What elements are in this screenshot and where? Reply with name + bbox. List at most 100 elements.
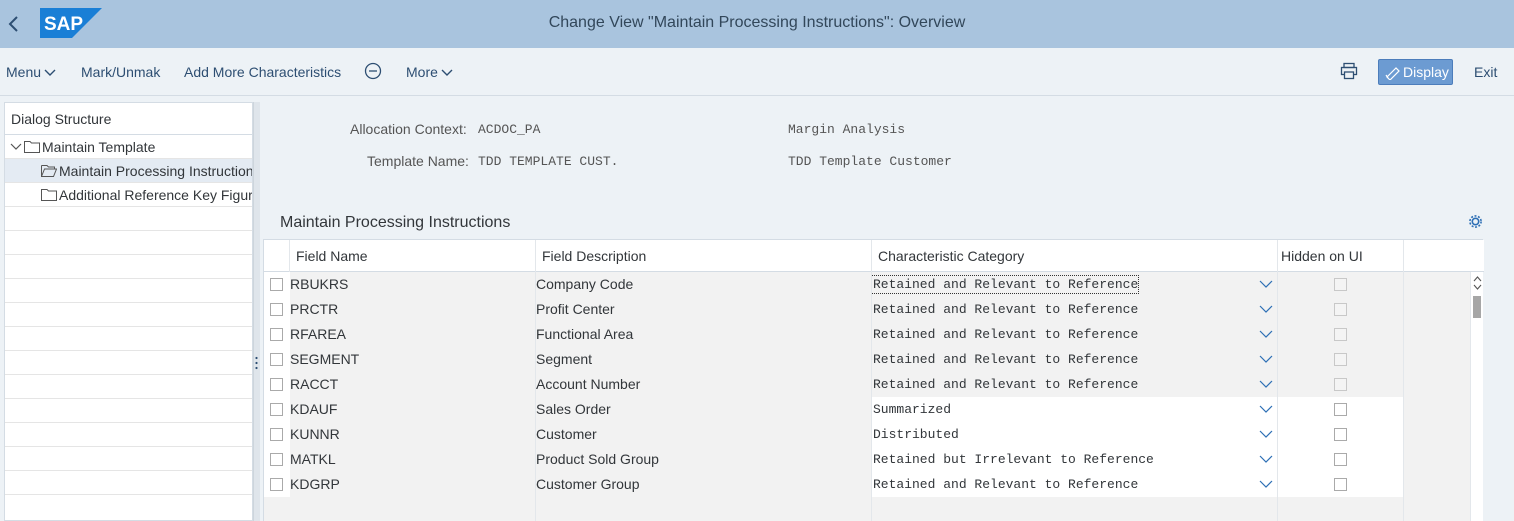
add-more-characteristics-button[interactable]: Add More Characteristics	[184, 64, 341, 80]
hidden-on-ui-checkbox[interactable]	[1334, 353, 1347, 366]
characteristic-category-select[interactable]: Retained and Relevant to Reference	[872, 297, 1278, 322]
characteristic-category-value: Summarized	[873, 402, 952, 417]
hidden-on-ui-cell	[1278, 297, 1404, 322]
chevron-down-icon[interactable]	[1259, 479, 1273, 489]
more-button[interactable]: More	[406, 64, 453, 80]
characteristic-category-select[interactable]: Retained and Relevant to Reference	[872, 372, 1278, 397]
characteristic-category-value: Retained and Relevant to Reference	[873, 477, 1139, 492]
characteristic-category-value: Retained and Relevant to Reference	[873, 377, 1139, 392]
row-checkbox[interactable]	[270, 428, 283, 441]
allocation-context-label: Allocation Context:	[350, 121, 467, 137]
field-name-cell: KUNNR	[290, 422, 536, 447]
characteristic-category-select[interactable]: Summarized	[872, 397, 1278, 422]
allocation-context-description: Margin Analysis	[788, 122, 906, 137]
hidden-on-ui-checkbox[interactable]	[1334, 478, 1347, 491]
characteristic-category-value: Retained and Relevant to Reference	[873, 352, 1139, 367]
hidden-on-ui-checkbox[interactable]	[1334, 428, 1347, 441]
characteristic-category-value: Retained and Relevant to Reference	[873, 302, 1139, 317]
empty-cell	[290, 497, 536, 521]
row-checkbox[interactable]	[270, 353, 283, 366]
row-checkbox[interactable]	[270, 453, 283, 466]
panel-splitter[interactable]	[253, 102, 260, 521]
hidden-on-ui-cell	[1278, 372, 1404, 397]
row-selector[interactable]	[264, 397, 290, 422]
folder-icon	[24, 141, 40, 153]
minus-circle-icon[interactable]	[364, 62, 382, 80]
tree-item-label: Additional Reference Key Figures	[59, 187, 252, 203]
tree-item-maintain-processing-instructions[interactable]: Maintain Processing Instructions	[5, 159, 252, 183]
field-name-cell: RACCT	[290, 372, 536, 397]
hidden-on-ui-checkbox[interactable]	[1334, 378, 1347, 391]
tree-item-additional-reference-key-figures[interactable]: Additional Reference Key Figures	[5, 183, 252, 207]
chevron-down-icon[interactable]	[10, 143, 22, 151]
gear-icon[interactable]	[1469, 215, 1482, 228]
chevron-down-icon[interactable]	[1259, 304, 1273, 314]
column-header-characteristic-category[interactable]: Characteristic Category	[872, 240, 1278, 272]
chevron-down-icon[interactable]	[1259, 354, 1273, 364]
row-checkbox[interactable]	[270, 278, 283, 291]
field-description-cell: Segment	[536, 347, 872, 372]
tree-empty-row	[5, 279, 252, 303]
allocation-context-value: ACDOC_PA	[478, 122, 541, 137]
hidden-on-ui-checkbox[interactable]	[1334, 453, 1347, 466]
hidden-on-ui-checkbox[interactable]	[1334, 278, 1347, 291]
column-header-hidden-on-ui[interactable]: Hidden on UI	[1278, 240, 1404, 272]
row-checkbox[interactable]	[270, 478, 283, 491]
hidden-on-ui-checkbox[interactable]	[1334, 403, 1347, 416]
row-selector[interactable]	[264, 472, 290, 497]
field-name-cell: KDAUF	[290, 397, 536, 422]
menu-button[interactable]: Menu	[6, 64, 56, 80]
characteristic-category-select[interactable]: Retained but Irrelevant to Reference	[872, 447, 1278, 472]
row-selector[interactable]	[264, 372, 290, 397]
scroll-up-down-icon[interactable]	[1473, 275, 1482, 291]
characteristic-category-value: Retained but Irrelevant to Reference	[873, 452, 1154, 467]
row-selector[interactable]	[264, 272, 290, 297]
characteristic-category-select[interactable]: Distributed	[872, 422, 1278, 447]
characteristic-category-select[interactable]: Retained and Relevant to Reference	[872, 272, 1278, 297]
empty-cell	[1404, 372, 1470, 397]
chevron-down-icon[interactable]	[1259, 454, 1273, 464]
row-checkbox[interactable]	[270, 303, 283, 316]
table-row: PRCTR Profit Center Retained and Relevan…	[264, 297, 1470, 322]
column-header-field-name[interactable]: Field Name	[290, 240, 536, 272]
characteristic-category-select[interactable]: Retained and Relevant to Reference	[872, 347, 1278, 372]
row-checkbox[interactable]	[270, 403, 283, 416]
display-button[interactable]: Display	[1378, 59, 1453, 85]
hidden-on-ui-checkbox[interactable]	[1334, 303, 1347, 316]
row-selector[interactable]	[264, 447, 290, 472]
mark-unmark-button[interactable]: Mark/Unmak	[81, 64, 160, 80]
chevron-down-icon[interactable]	[1259, 404, 1273, 414]
field-description-cell: Functional Area	[536, 322, 872, 347]
chevron-down-icon[interactable]	[1259, 379, 1273, 389]
row-selector[interactable]	[264, 322, 290, 347]
row-selector[interactable]	[264, 422, 290, 447]
printer-icon[interactable]	[1340, 62, 1358, 80]
table-row: RACCT Account Number Retained and Releva…	[264, 372, 1470, 397]
field-name-cell: KDGRP	[290, 472, 536, 497]
empty-cell	[1278, 497, 1404, 521]
tree-item-maintain-template[interactable]: Maintain Template	[5, 135, 252, 159]
chevron-down-icon[interactable]	[1259, 279, 1273, 289]
scrollbar-thumb[interactable]	[1473, 296, 1481, 318]
characteristic-category-value: Distributed	[873, 427, 959, 442]
row-selector[interactable]	[264, 347, 290, 372]
column-header-field-description[interactable]: Field Description	[536, 240, 872, 272]
exit-button[interactable]: Exit	[1474, 64, 1497, 80]
select-all-header[interactable]	[264, 240, 290, 272]
characteristic-category-select[interactable]: Retained and Relevant to Reference	[872, 322, 1278, 347]
hidden-on-ui-checkbox[interactable]	[1334, 328, 1347, 341]
tree-empty-row	[5, 327, 252, 351]
row-checkbox[interactable]	[270, 328, 283, 341]
empty-cell	[872, 497, 1278, 521]
tree-empty-row	[5, 207, 252, 231]
row-selector[interactable]	[264, 297, 290, 322]
chevron-down-icon[interactable]	[1259, 329, 1273, 339]
characteristic-category-select[interactable]: Retained and Relevant to Reference	[872, 472, 1278, 497]
chevron-down-icon[interactable]	[1259, 429, 1273, 439]
splitter-grip-icon[interactable]	[255, 356, 258, 370]
empty-cell	[1404, 347, 1470, 372]
row-checkbox[interactable]	[270, 378, 283, 391]
vertical-scrollbar[interactable]	[1470, 272, 1483, 521]
field-description-cell: Customer Group	[536, 472, 872, 497]
dialog-structure-panel: Dialog Structure Maintain Template Maint…	[4, 102, 253, 521]
